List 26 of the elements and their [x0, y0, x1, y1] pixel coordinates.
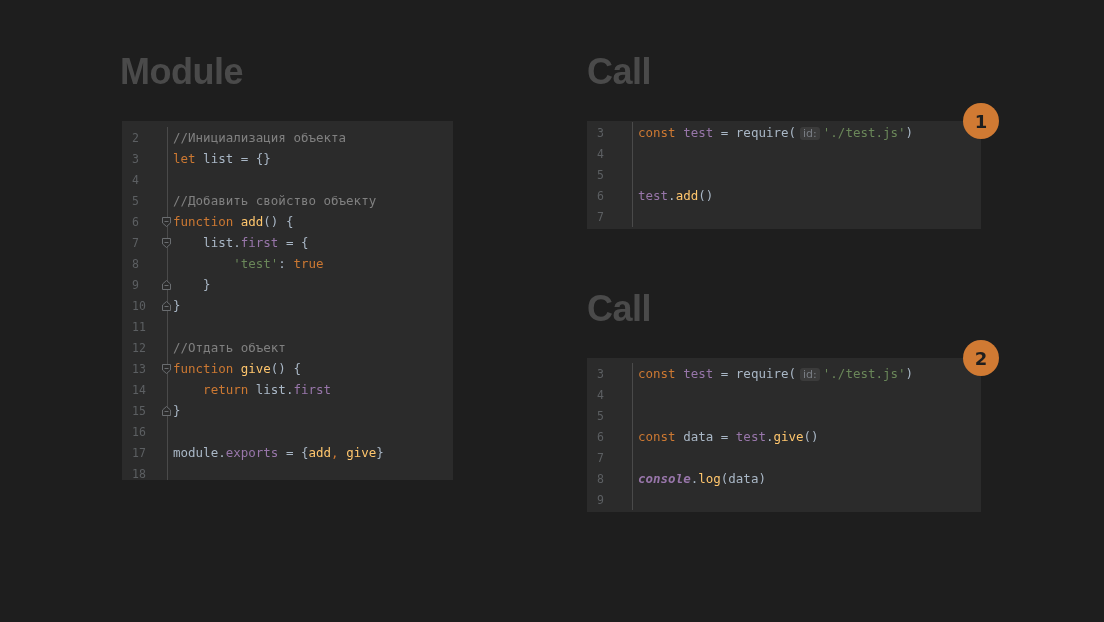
- fold-end-icon[interactable]: [162, 406, 171, 416]
- code-line: }: [202, 277, 211, 292]
- code-line: //Отдать объект: [173, 340, 286, 355]
- code-line: list.first = {: [202, 235, 309, 250]
- code-line: function give() {: [173, 361, 301, 376]
- fold-start-icon[interactable]: [162, 364, 171, 374]
- code-line: test.add(): [638, 188, 714, 203]
- fold-end-icon[interactable]: [162, 301, 171, 311]
- code-line: }: [173, 298, 181, 313]
- code-line: }: [173, 403, 181, 418]
- code-line: //Инициализация объекта: [173, 130, 347, 145]
- code-line: module.exports = {add, give}: [173, 445, 384, 460]
- code-line: console.log(data): [638, 471, 766, 486]
- step-number-badge: 1: [963, 103, 999, 139]
- code-line: let list = {}: [173, 151, 271, 166]
- code-line: const test = require( id: './test.js'): [638, 125, 914, 140]
- code-line: function add() {: [173, 214, 294, 229]
- code-line: 'test': true: [232, 256, 324, 271]
- code-line: //Добавить свойство объекту: [173, 193, 377, 208]
- fold-end-icon[interactable]: [162, 280, 171, 290]
- fold-start-icon[interactable]: [162, 217, 171, 227]
- code-line: const data = test.give(): [638, 429, 819, 444]
- step-number-badge: 2: [963, 340, 999, 376]
- fold-start-icon[interactable]: [162, 238, 171, 248]
- code-line: const test = require( id: './test.js'): [638, 366, 914, 381]
- code-line: return list.first: [202, 382, 332, 397]
